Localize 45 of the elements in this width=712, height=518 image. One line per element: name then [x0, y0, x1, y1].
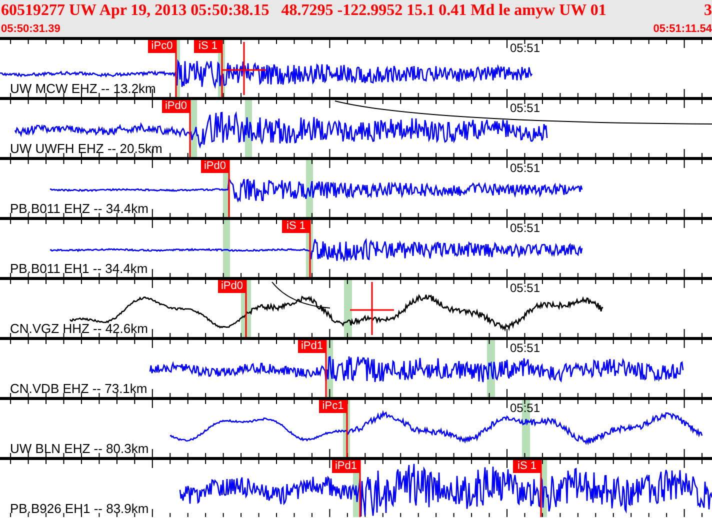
pick-window — [175, 40, 180, 97]
pick-label[interactable]: iPc0 — [148, 40, 176, 53]
travel-time-curve — [272, 282, 330, 308]
channel-label: PB.B011 EH1 -- 34.4km — [10, 261, 148, 276]
time-mark: 05:51 — [510, 101, 540, 115]
pick-line — [346, 400, 348, 457]
channel-label: UW UWFH EHZ -- 20.5km — [10, 141, 162, 156]
marker-cross — [350, 282, 394, 335]
pick-label[interactable]: iS 1 — [513, 460, 541, 473]
pick-window — [344, 280, 352, 337]
pick-line — [325, 340, 327, 397]
pick-line — [309, 220, 311, 277]
pick-label[interactable]: iS 1 — [282, 220, 310, 233]
start-time: 05:50:31.39 — [1, 22, 60, 36]
pick-label[interactable]: iPd1 — [298, 340, 326, 353]
time-mark: 05:51 — [510, 341, 540, 355]
pick-line — [228, 160, 230, 217]
pick-label[interactable]: iPc1 — [319, 400, 347, 413]
time-mark: 05:51 — [510, 161, 540, 175]
pick-label[interactable]: iPd0 — [218, 280, 246, 293]
channel-label: CN.VDB EHZ -- 73.1km — [10, 381, 148, 396]
pick-label[interactable]: iS 1 — [194, 40, 222, 53]
pick-label[interactable]: iPd0 — [162, 100, 190, 113]
pick-line — [359, 460, 361, 517]
marker-cross — [222, 42, 266, 95]
pick-window — [223, 220, 230, 277]
end-time: 05:51:11.54 — [653, 22, 712, 36]
time-mark: 05:51 — [510, 401, 540, 415]
time-mark: 05:51 — [510, 41, 540, 55]
pick-line — [189, 100, 191, 157]
channel-label: UW MCW EHZ -- 13.2km — [10, 81, 156, 96]
channel-label: UW BLN EHZ -- 80.3km — [10, 441, 149, 456]
event-count: 3 — [704, 1, 712, 21]
pick-label[interactable]: iPd1 — [332, 460, 360, 473]
pick-line — [245, 280, 247, 337]
pick-line — [540, 460, 542, 517]
event-summary: 60519277 UW Apr 19, 2013 05:50:38.15 48.7295 -122.9952 15.1 0.41 Md le amyw UW 01 — [1, 1, 606, 21]
time-mark: 05:51 — [510, 221, 540, 235]
channel-label: CN.VGZ HHZ -- 42.6km — [10, 321, 148, 336]
channel-label: PB.B011 EHZ -- 34.4km — [10, 201, 148, 216]
pick-line — [221, 40, 223, 97]
time-mark: 05:51 — [510, 281, 540, 295]
pick-line — [175, 40, 177, 97]
channel-label: PB.B926 EH1 -- 83.9km — [10, 501, 149, 516]
pick-label[interactable]: iPd0 — [201, 160, 229, 173]
